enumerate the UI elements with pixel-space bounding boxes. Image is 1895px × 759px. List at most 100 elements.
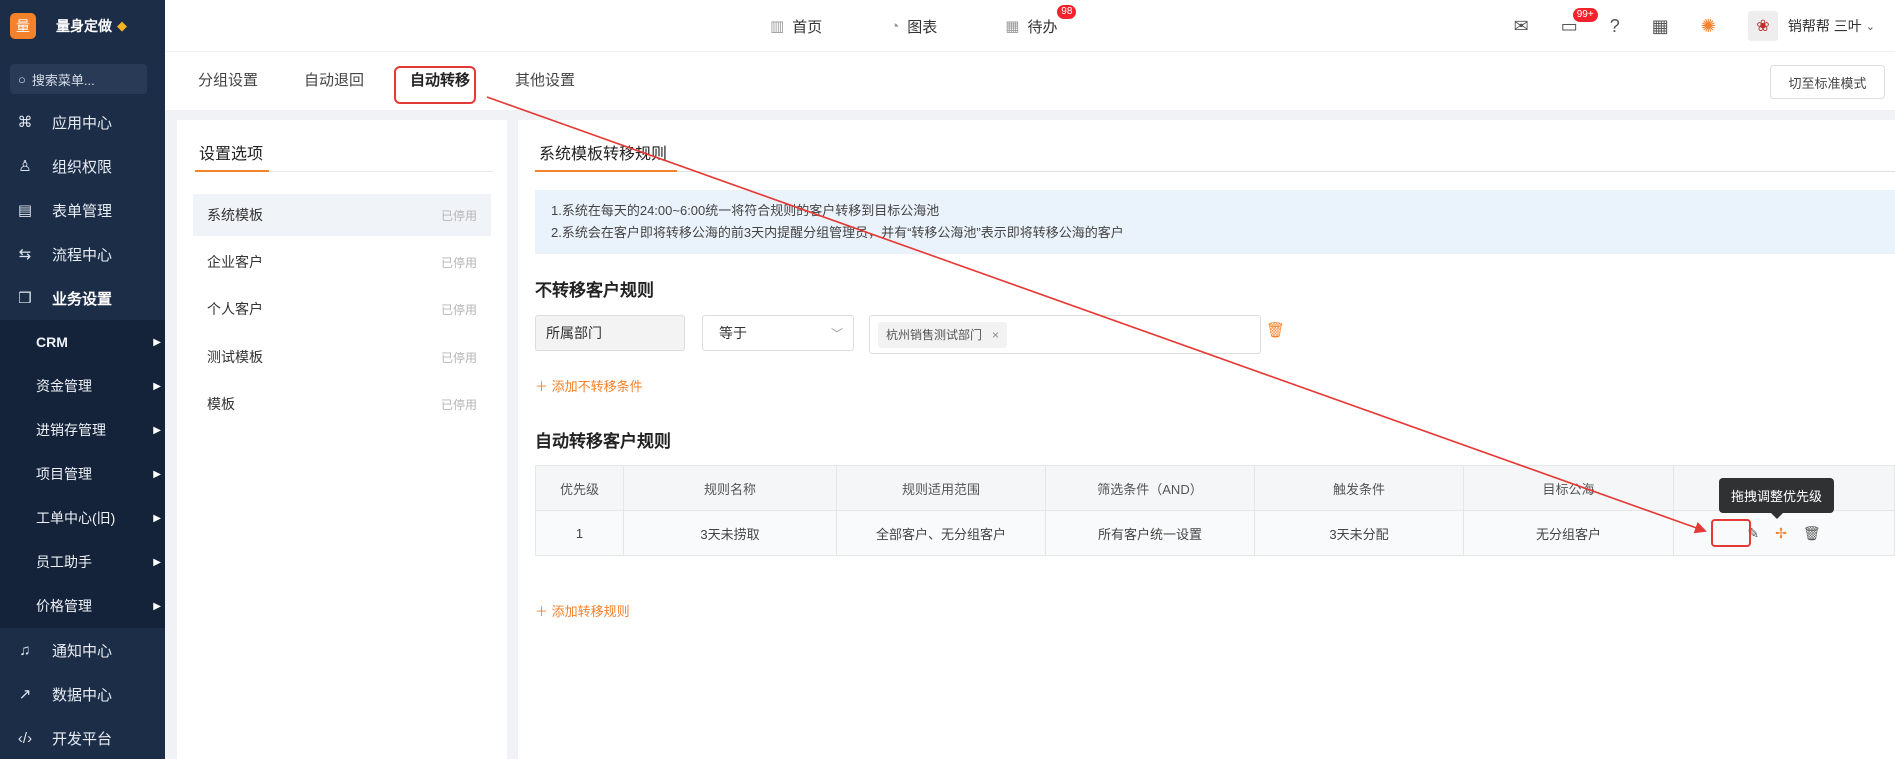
- condition-value-input[interactable]: 杭州销售测试部门 ×: [869, 315, 1261, 354]
- sidebar-subitem-label: 员工助手: [36, 554, 92, 570]
- app-name: 量身定做: [56, 18, 112, 34]
- cell-scope: 全部客户、无分组客户: [836, 510, 1046, 556]
- calendar-icon: ▦: [1005, 18, 1020, 35]
- diamond-icon: ◆: [117, 18, 127, 33]
- sidebar-item-label: 开发平台: [52, 730, 113, 748]
- settings-option[interactable]: 模板 已停用: [193, 383, 491, 425]
- sidebar-item-notifications[interactable]: ♫ 通知中心: [0, 628, 165, 672]
- top-nav-todo[interactable]: ▦ 待办 98: [1005, 4, 1077, 37]
- logo[interactable]: 量 量身定做 ◆: [0, 0, 165, 52]
- top-nav-label: 首页: [792, 18, 823, 36]
- tab-auto-return[interactable]: 自动退回: [304, 66, 364, 96]
- close-icon[interactable]: ×: [992, 328, 999, 342]
- col-header: 优先级: [535, 465, 624, 511]
- top-nav-label: 待办: [1027, 18, 1058, 36]
- table-header-row: 优先级 规则名称 规则适用范围 筛选条件（AND） 触发条件 目标公海: [535, 465, 1895, 511]
- drag-priority-tooltip: 拖拽调整优先级: [1719, 478, 1835, 519]
- col-header: 触发条件: [1254, 465, 1464, 511]
- sidebar-subitem-funds[interactable]: 资金管理 ▶: [0, 364, 165, 408]
- cell-rule-name: 3天未捞取: [623, 510, 837, 556]
- sidebar-item-label: 表单管理: [52, 202, 113, 220]
- cell-actions: ✎ ✢ 🗑: [1673, 510, 1895, 556]
- settings-icon[interactable]: ✺: [1701, 16, 1716, 37]
- cell-trigger: 3天未分配: [1254, 510, 1464, 556]
- sidebar-subitem-pricing[interactable]: 价格管理 ▶: [0, 584, 165, 628]
- sidebar-subitem-inventory[interactable]: 进销存管理 ▶: [0, 408, 165, 452]
- user-name[interactable]: 销帮帮 三叶: [1788, 16, 1862, 36]
- user-icon: ♙: [18, 158, 32, 175]
- sidebar-subitem-projects[interactable]: 项目管理 ▶: [0, 452, 165, 496]
- chart-icon: ◔: [890, 17, 900, 35]
- option-name: 系统模板: [207, 207, 263, 223]
- sidebar-item-label: 流程中心: [52, 246, 113, 264]
- option-name: 企业客户: [207, 254, 263, 270]
- notice-line: 2.系统会在客户即将转移公海的前3天内提醒分组管理员，并有“转移公海池”表示即将…: [551, 225, 1124, 240]
- caret-right-icon: ▶: [153, 556, 161, 568]
- chart-icon: ↗: [18, 686, 32, 703]
- divider: [535, 171, 1895, 172]
- add-no-transfer-condition[interactable]: ＋ 添加不转移条件: [535, 376, 643, 395]
- sidebar: 量 量身定做 ◆ ○ 搜索菜单... ⌘ 应用中心 ♙ 组织权限 ▤ 表单管理 ⇆ 流程…: [0, 0, 165, 759]
- avatar[interactable]: ❀: [1747, 11, 1778, 41]
- sidebar-subitem-crm[interactable]: CRM ▶: [0, 320, 165, 364]
- sidebar-item-apps[interactable]: ⌘ 应用中心: [0, 100, 165, 144]
- chevron-down-icon[interactable]: ⌄: [1866, 20, 1875, 33]
- settings-option[interactable]: 测试模板 已停用: [193, 336, 491, 378]
- help-icon[interactable]: ?: [1610, 16, 1620, 37]
- cube-icon: ❒: [18, 290, 32, 307]
- chevron-down-icon: ﹀: [830, 326, 843, 341]
- sidebar-item-dev[interactable]: ‹/› 开发平台: [0, 716, 165, 759]
- notice-box: 1.系统在每天的24:00~6:00统一将符合规则的客户转移到目标公海池 2.系…: [535, 190, 1895, 254]
- caret-right-icon: ▶: [153, 380, 161, 392]
- message-icon[interactable]: ▭ 99+: [1561, 7, 1598, 37]
- menu-search[interactable]: ○ 搜索菜单...: [10, 64, 147, 94]
- sidebar-item-label: 应用中心: [52, 114, 113, 132]
- delete-condition-icon[interactable]: 🗑: [1266, 321, 1285, 339]
- tab-other-settings[interactable]: 其他设置: [515, 66, 575, 96]
- flow-icon: ⇆: [18, 246, 32, 263]
- annotation-highlight-edit: [1711, 519, 1751, 547]
- mail-icon[interactable]: ✉: [1514, 16, 1529, 37]
- condition-tag: 杭州销售测试部门 ×: [878, 321, 1008, 348]
- cell-priority: 1: [535, 510, 624, 556]
- settings-option[interactable]: 系统模板 已停用: [193, 194, 491, 236]
- sidebar-submenu: CRM ▶ 资金管理 ▶ 进销存管理 ▶ 项目管理 ▶ 工单中心(旧) ▶ 员工助手 ▶ 价…: [0, 320, 165, 628]
- condition-operator-select[interactable]: 等于 ﹀: [702, 315, 854, 351]
- cell-target-pool: 无分组客户: [1463, 510, 1674, 556]
- add-link-label: 添加转移规则: [551, 604, 630, 619]
- grid-icon[interactable]: ▦: [1652, 16, 1669, 37]
- option-state: 已停用: [440, 397, 477, 412]
- bell-icon: ♫: [19, 641, 31, 659]
- top-nav-home[interactable]: ▥ 首页: [770, 16, 822, 37]
- add-transfer-rule[interactable]: ＋ 添加转移规则: [535, 601, 630, 620]
- sidebar-subitem-assistant[interactable]: 员工助手 ▶: [0, 540, 165, 584]
- sidebar-item-org[interactable]: ♙ 组织权限: [0, 144, 165, 188]
- caret-right-icon: ▶: [153, 424, 161, 436]
- settings-option[interactable]: 企业客户 已停用: [193, 241, 491, 283]
- sidebar-item-data[interactable]: ↗ 数据中心: [0, 672, 165, 716]
- col-header: 筛选条件（AND）: [1045, 465, 1255, 511]
- option-name: 个人客户: [207, 301, 263, 317]
- sidebar-subitem-label: 工单中心(旧): [36, 510, 116, 526]
- tag-label: 杭州销售测试部门: [886, 328, 983, 342]
- sidebar-subitem-tickets[interactable]: 工单中心(旧) ▶: [0, 496, 165, 540]
- settings-option[interactable]: 个人客户 已停用: [193, 288, 491, 330]
- cell-filter: 所有客户统一设置: [1045, 510, 1255, 556]
- delete-icon[interactable]: 🗑: [1803, 525, 1821, 542]
- search-icon: ○: [18, 71, 26, 87]
- top-nav-charts[interactable]: ◔ 图表: [890, 16, 937, 37]
- sidebar-item-label: 通知中心: [52, 642, 113, 660]
- sidebar-item-business[interactable]: ❒ 业务设置: [0, 276, 165, 320]
- sidebar-subitem-label: 项目管理: [36, 466, 92, 482]
- switch-standard-mode-button[interactable]: 切至标准模式: [1770, 65, 1885, 99]
- drag-handle-icon[interactable]: ✢: [1775, 525, 1787, 542]
- sidebar-item-label: 组织权限: [52, 158, 113, 176]
- tab-group-settings[interactable]: 分组设置: [198, 66, 258, 96]
- form-icon: ▤: [17, 202, 33, 219]
- sidebar-item-forms[interactable]: ▤ 表单管理: [0, 188, 165, 232]
- todo-badge: 98: [1057, 4, 1077, 19]
- sidebar-item-flow[interactable]: ⇆ 流程中心: [0, 232, 165, 276]
- add-link-label: 添加不转移条件: [551, 379, 643, 394]
- condition-field-select[interactable]: 所属部门: [535, 315, 685, 351]
- caret-right-icon: ▶: [153, 600, 161, 612]
